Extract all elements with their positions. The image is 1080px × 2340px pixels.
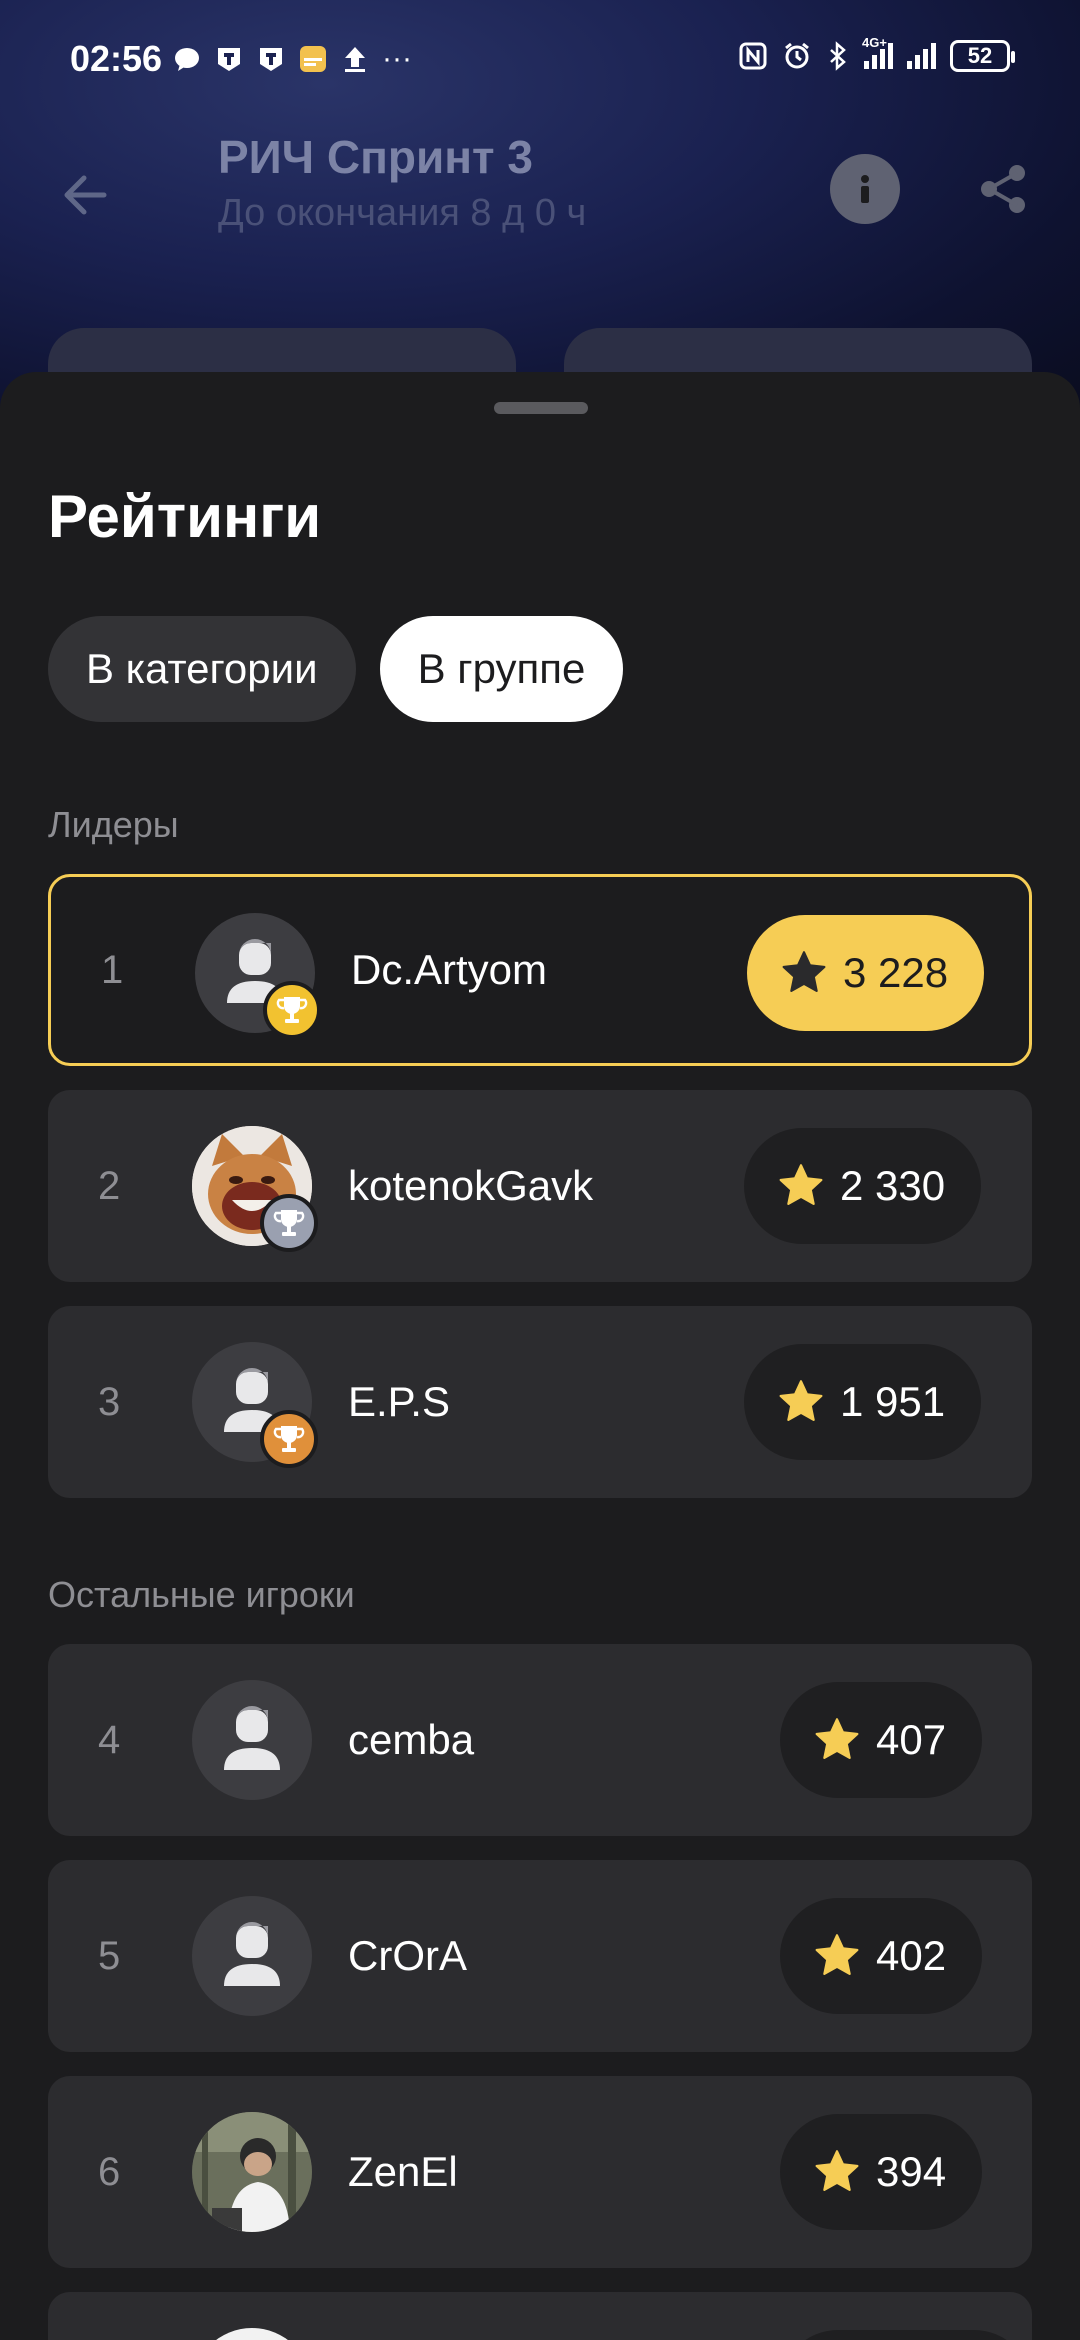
- share-icon: [981, 165, 1025, 213]
- avatar: [192, 1126, 318, 1252]
- score-pill: 3 228: [747, 915, 985, 1031]
- player-name: cemba: [348, 1716, 475, 1763]
- alarm-icon: [785, 42, 809, 69]
- player-row-partial[interactable]: [48, 2292, 1032, 2340]
- leaders-section-label: Лидеры: [48, 804, 179, 845]
- avatar: [192, 2328, 312, 2340]
- bluetooth-icon: [830, 41, 846, 71]
- score-value: 2 330: [840, 1162, 946, 1209]
- leader-row-current-user[interactable]: 1 Dc.Artyom 3 228: [48, 874, 1032, 1066]
- leader-row[interactable]: 3 E.P.S 1 951: [48, 1306, 1032, 1498]
- cell-signal-4g-icon: 4G+: [862, 35, 893, 69]
- shield-app-icon-2: [260, 48, 282, 71]
- event-title-block: РИЧ Спринт 3 До окончания 8 д 0 ч: [218, 130, 586, 235]
- leader-row[interactable]: 2 kotenokGavk 2 330: [48, 1090, 1032, 1282]
- star-icon: [779, 1380, 823, 1421]
- star-icon: [779, 1164, 823, 1205]
- score-value: 402: [876, 1932, 947, 1979]
- player-name: Dc.Artyom: [351, 946, 548, 993]
- tab-category[interactable]: В категории: [48, 616, 356, 722]
- rank-number: 1: [101, 947, 124, 992]
- score-pill: [780, 2330, 1032, 2340]
- default-avatar-icon: [224, 1922, 280, 1986]
- default-avatar-icon: [224, 1706, 280, 1770]
- rating-tabs: В категории В группе: [48, 616, 624, 722]
- trophy-icon: [276, 997, 308, 1023]
- player-name: kotenokGavk: [348, 1162, 594, 1209]
- player-name: ZenEl: [348, 2148, 458, 2195]
- page-title: РИЧ Спринт 3: [218, 131, 533, 183]
- silver-trophy-badge: [260, 1194, 318, 1252]
- rank-number: 4: [98, 1717, 121, 1762]
- status-bar: 02:56 ··· 4G+ 52: [0, 0, 1080, 120]
- score-value: 3 228: [843, 949, 949, 996]
- system-icons: 4G+ 52: [738, 35, 1015, 72]
- rank-number: 3: [98, 1379, 121, 1424]
- sheet-title: Рейтинги: [48, 483, 322, 550]
- notes-app-icon: [300, 46, 326, 72]
- score-pill: 2 330: [744, 1128, 982, 1244]
- others-section-label: Остальные игроки: [48, 1574, 355, 1615]
- player-row[interactable]: 4 cemba 407: [48, 1644, 1032, 1836]
- score-value: 394: [876, 2148, 947, 2195]
- countdown-subtitle: До окончания 8 д 0 ч: [218, 192, 587, 234]
- rank-number: 2: [98, 1163, 121, 1208]
- avatar: [192, 1342, 318, 1468]
- info-icon: [861, 175, 869, 203]
- tab-group[interactable]: В группе: [379, 616, 624, 722]
- player-row[interactable]: 6 ZenEl 394: [48, 2076, 1032, 2268]
- top-app-bar: РИЧ Спринт 3 До окончания 8 д 0 ч: [0, 120, 1080, 260]
- ratings-sheet: Рейтинги В категории В группе Лидеры 1 D: [0, 372, 1080, 2340]
- info-button[interactable]: [830, 154, 900, 224]
- notification-icons: ···: [172, 42, 412, 76]
- shield-app-icon: [218, 48, 240, 71]
- more-notifications-icon: ···: [382, 42, 412, 75]
- star-icon: [815, 2150, 859, 2191]
- avatar: [192, 1896, 312, 2016]
- rank-number: 5: [98, 1933, 121, 1978]
- network-type-label: 4G+: [862, 35, 887, 50]
- avatar: [192, 2112, 312, 2232]
- score-value: 1 951: [840, 1378, 946, 1425]
- star-icon: [815, 1718, 859, 1759]
- battery-icon: 52: [950, 40, 1015, 72]
- nfc-icon: [739, 42, 767, 70]
- player-name: CrOrA: [348, 1932, 467, 1979]
- player-name: E.P.S: [348, 1378, 450, 1425]
- score-pill: 402: [780, 1898, 983, 2014]
- sheet-drag-handle[interactable]: [494, 402, 588, 414]
- back-button[interactable]: [50, 160, 120, 230]
- upload-icon: [345, 47, 365, 72]
- score-value: 407: [876, 1716, 947, 1763]
- score-pill: 394: [780, 2114, 983, 2230]
- score-pill: 407: [780, 1682, 983, 1798]
- star-icon: [815, 1934, 859, 1975]
- gold-trophy-badge: [263, 981, 321, 1039]
- status-time: 02:56: [70, 38, 163, 79]
- share-button[interactable]: [968, 154, 1038, 224]
- battery-level: 52: [967, 43, 993, 68]
- trophy-icon: [273, 1210, 305, 1236]
- trophy-icon: [273, 1426, 305, 1452]
- person-photo-avatar: [192, 2112, 312, 2232]
- score-pill: 1 951: [744, 1344, 982, 1460]
- cell-signal-icon: [907, 43, 936, 69]
- rank-number: 6: [98, 2149, 121, 2194]
- chat-bubble-icon: [175, 48, 199, 71]
- arrow-left-icon: [64, 175, 107, 215]
- bronze-trophy-badge: [260, 1410, 318, 1468]
- star-icon: [782, 951, 826, 992]
- avatar: [195, 913, 321, 1039]
- player-row[interactable]: 5 CrOrA 402: [48, 1860, 1032, 2052]
- avatar: [192, 1680, 312, 1800]
